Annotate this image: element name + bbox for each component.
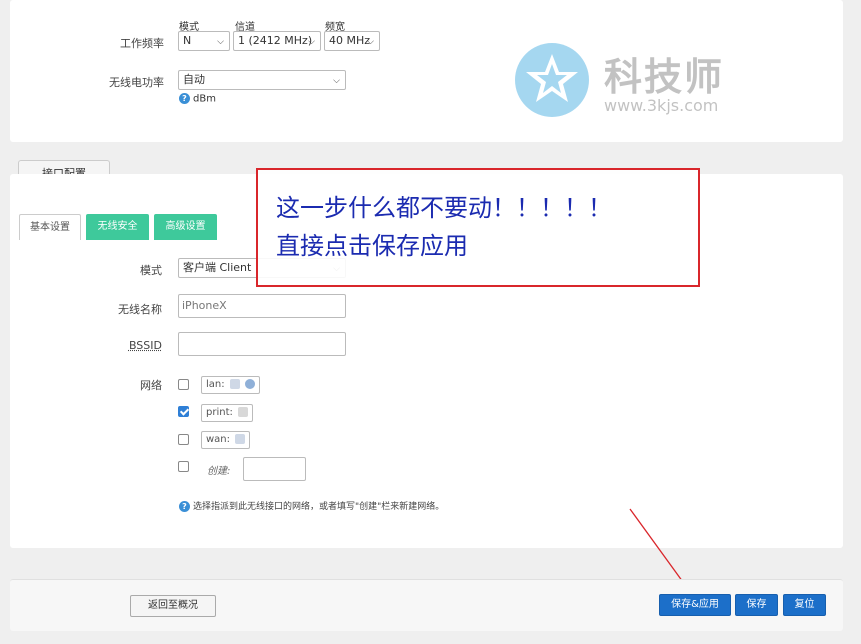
help-icon: ? xyxy=(179,501,190,512)
width-select[interactable]: 40 MHz ⌵ xyxy=(324,31,380,51)
power-select-value: 自动 xyxy=(183,73,205,86)
ethernet-icon xyxy=(235,434,246,444)
bssid-label: BSSID xyxy=(128,339,162,352)
ssid-input[interactable]: iPhoneX xyxy=(178,294,346,318)
network-create-checkbox[interactable] xyxy=(178,461,189,472)
create-network-label: 创建: xyxy=(207,466,231,477)
ssid-label: 无线名称 xyxy=(118,303,162,316)
channel-select-value: 1 (2412 MHz) xyxy=(238,34,313,47)
power-hint-text: dBm xyxy=(193,93,216,105)
network-lan-badge: lan: xyxy=(201,376,260,394)
network-hint: ? 选择指派到此无线接口的网络，或者填写"创建"栏来新建网络。 xyxy=(179,499,444,512)
create-network-input[interactable] xyxy=(243,457,306,481)
annotation-line-1: 这一步什么都不要动！！！！！ xyxy=(276,194,612,222)
watermark-url: www.3kjs.com xyxy=(604,96,719,115)
watermark-logo: 科技师 www.3kjs.com xyxy=(512,40,762,120)
width-select-value: 40 MHz xyxy=(329,34,371,47)
chevron-down-icon: ⌵ xyxy=(217,37,224,47)
back-to-overview-button[interactable]: 返回至概况 xyxy=(130,595,216,617)
chevron-down-icon: ⌵ xyxy=(308,37,315,47)
ethernet-icon xyxy=(229,379,240,389)
tab-advanced-settings[interactable]: 高级设置 xyxy=(154,214,217,240)
reset-button[interactable]: 复位 xyxy=(783,594,826,616)
client-mode-select-value: 客户端 Client xyxy=(183,261,252,274)
network-wan-name: wan: xyxy=(206,434,231,445)
network-hint-text: 选择指派到此无线接口的网络，或者填写"创建"栏来新建网络。 xyxy=(193,502,445,512)
watermark-title: 科技师 xyxy=(604,55,725,99)
network-wan-badge: wan: xyxy=(201,431,251,449)
mode-select-value: N xyxy=(183,34,192,47)
network-icon xyxy=(238,407,249,417)
network-wan-checkbox[interactable] xyxy=(178,434,189,445)
tab-wireless-security[interactable]: 无线安全 xyxy=(86,214,149,240)
annotation-callout: 这一步什么都不要动！！！！！ 直接点击保存应用 xyxy=(256,168,700,287)
help-icon: ? xyxy=(179,93,190,104)
network-print-name: print: xyxy=(206,407,233,418)
client-mode-label: 模式 xyxy=(140,264,162,277)
star-logo-icon xyxy=(515,43,589,117)
power-hint: ? dBm xyxy=(179,93,216,105)
power-select[interactable]: 自动 ⌵ xyxy=(178,70,346,90)
mode-select[interactable]: N ⌵ xyxy=(178,31,230,51)
tab-basic-settings[interactable]: 基本设置 xyxy=(19,214,81,240)
bssid-input[interactable] xyxy=(178,332,346,356)
network-label: 网络 xyxy=(140,379,162,392)
network-lan-checkbox[interactable] xyxy=(178,379,189,390)
annotation-line-2: 直接点击保存应用 xyxy=(276,232,468,260)
network-lan-name: lan: xyxy=(206,379,225,390)
frequency-label: 工作频率 xyxy=(120,37,164,50)
save-apply-button[interactable]: 保存&应用 xyxy=(659,594,731,616)
chevron-down-icon: ⌵ xyxy=(367,37,374,47)
power-label: 无线电功率 xyxy=(109,76,164,89)
channel-select[interactable]: 1 (2412 MHz) ⌵ xyxy=(233,31,321,51)
network-print-badge: print: xyxy=(201,404,254,422)
wireless-icon xyxy=(245,379,255,389)
network-print-checkbox[interactable] xyxy=(178,406,189,417)
chevron-down-icon: ⌵ xyxy=(333,76,340,86)
save-button[interactable]: 保存 xyxy=(735,594,778,616)
